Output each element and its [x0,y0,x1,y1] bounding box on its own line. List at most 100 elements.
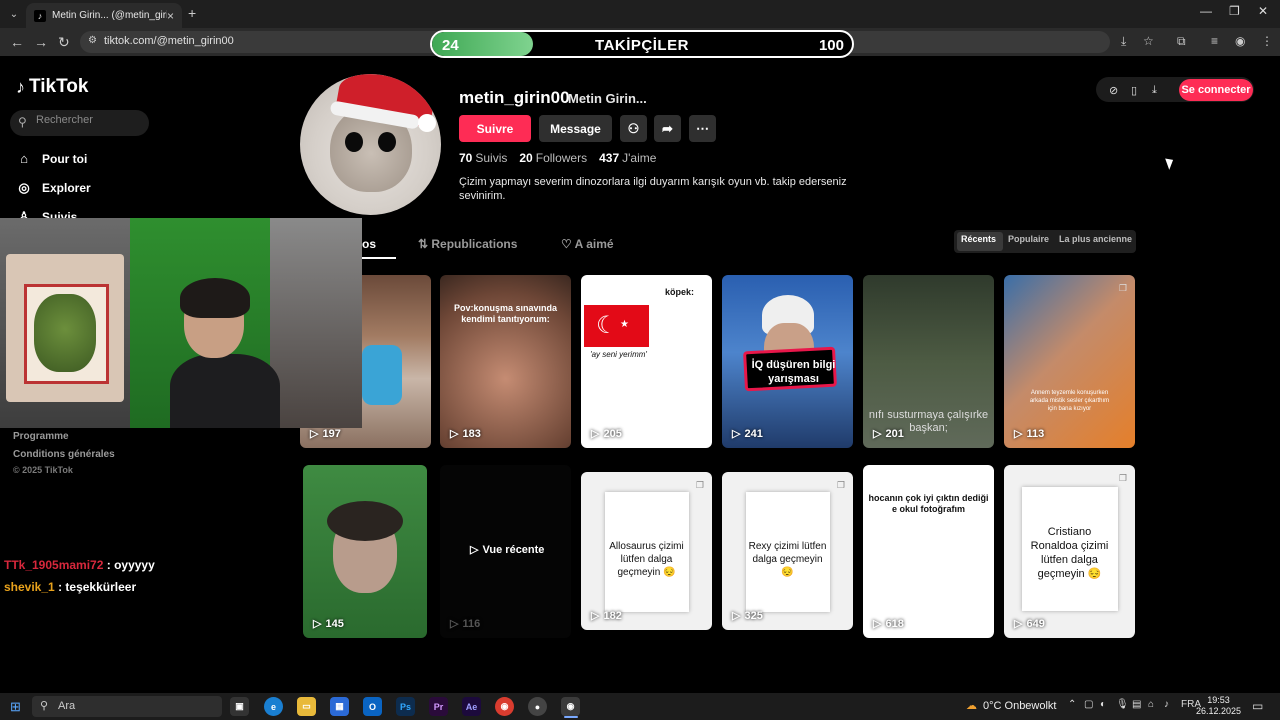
more-options-icon[interactable]: ⋯ [689,115,716,142]
weather-text: 0°C Onbewolkt [983,699,1057,712]
after-effects-icon[interactable]: Ae [462,697,481,716]
premiere-icon[interactable]: Pr [429,697,448,716]
view-count-value: 649 [1026,617,1045,630]
new-tab-icon[interactable]: + [188,5,196,21]
video-card[interactable]: ❐ Annem teyzemle konuşurken arkada misti… [1004,275,1135,448]
system-clock[interactable]: 19:53 26.12.2025 [1196,695,1241,717]
install-icon[interactable]: ⤓ [1121,34,1126,49]
star-icon: ★ [620,319,629,330]
share-icon[interactable]: ➦ [654,115,681,142]
weather-widget[interactable]: ☁ 0°C Onbewolkt [966,699,1057,713]
network-icon[interactable]: ⌂ [1148,699,1154,710]
stat-followers[interactable]: 20 Followers [519,151,587,165]
profile-avatar-icon[interactable]: ◉ [1235,34,1245,48]
download-icon[interactable]: ⤓ [1152,84,1157,97]
browser-tab[interactable]: ♪ Metin Girin... (@metin_girin00) × [26,3,182,28]
tab-reposts[interactable]: ⇅ Republications [418,237,517,251]
tab-label: A aimé [574,237,614,251]
video-card[interactable]: nıfı susturmaya çalışırke başkan; ▷ 201 [863,275,994,448]
footer-program-link[interactable]: Programme [13,431,69,442]
obs-icon[interactable]: ● [528,697,547,716]
back-icon[interactable]: ← [10,34,24,50]
view-count-value: 182 [603,609,622,622]
sort-oldest[interactable]: La plus ancienne [1059,234,1132,244]
tray-app-icon[interactable]: ▢ [1084,699,1093,710]
sort-recent[interactable]: Récents [961,234,996,244]
microphone-icon[interactable]: 🎙 [1116,699,1129,710]
file-explorer-icon[interactable]: ▭ [297,697,316,716]
notifications-icon[interactable]: ▭ [1252,699,1263,713]
close-window-icon[interactable]: ✕ [1258,4,1268,18]
site-info-icon[interactable]: ⚙ [88,35,97,46]
video-card[interactable]: ❐ Allosaurus çizimi lütfen dalga geçmeyi… [581,472,712,630]
video-card[interactable]: ▷ 145 [303,465,427,638]
view-count: ▷ 197 [310,427,341,441]
video-card[interactable]: ❐ Rexy çizimi lütfen dalga geçmeyin 😔 ▷ 3… [722,472,853,630]
play-icon: ▷ [450,618,459,630]
minimize-icon[interactable]: — [1200,4,1212,18]
tab-label: Republications [431,237,518,251]
tab-list-icon[interactable]: ⌄ [6,6,22,22]
stat-following[interactable]: 70 Suivis [459,151,507,165]
video-caption: Annem teyzemle konuşurken arkada mistik … [1029,390,1110,412]
photoshop-icon[interactable]: Ps [396,697,415,716]
follow-button[interactable]: Suivre [459,115,531,142]
chat-username: TTk_1905mami72 [4,558,104,572]
view-count-value: 113 [1026,427,1045,440]
footer-terms-link[interactable]: Conditions générales [13,449,115,460]
chrome-active-icon[interactable]: ◉ [561,697,580,716]
clock-time: 19:53 [1207,695,1230,705]
tray-overflow-icon[interactable]: ⌃ [1068,699,1076,710]
login-button[interactable]: Se connecter [1179,79,1253,101]
play-icon: ▷ [470,544,479,556]
bookmark-star-icon[interactable]: ☆ [1143,34,1154,48]
video-caption: Rexy çizimi lütfen dalga geçmeyin 😔 [748,541,827,578]
heart-icon: ♡ [561,237,575,251]
reload-icon[interactable]: ↻ [58,34,70,51]
nav-label: Pour toi [42,151,88,166]
edge-icon[interactable]: e [264,697,283,716]
mobile-app-icon[interactable]: ▯ [1131,84,1137,97]
view-count: ▷ 325 [732,609,763,623]
profile-avatar[interactable] [300,74,441,215]
chrome-icon[interactable]: ◉ [495,697,514,716]
view-count-value: 145 [325,617,344,630]
sidebar-search[interactable]: ⚲ [10,110,149,136]
volume-icon[interactable]: ♪ [1164,699,1169,710]
video-card[interactable]: Pov:konuşma sınavında kendimi tanıtıyoru… [440,275,571,448]
stat-label: Suivis [475,151,508,165]
chat-username: shevik_1 [4,580,55,594]
tray-app-icon[interactable]: ◐ [1100,699,1106,710]
windows-start-icon[interactable]: ⊞ [10,699,21,715]
menu-dots-icon[interactable]: ⋮ [1261,34,1273,48]
view-count: ▷ 618 [873,617,904,631]
tab-liked[interactable]: ♡ A aimé [561,237,614,251]
tiktok-logo[interactable]: ♪ TikTok [16,76,88,98]
task-view-icon[interactable]: ▣ [230,697,249,716]
extensions-icon[interactable]: ⧉ [1177,34,1186,49]
add-friend-icon[interactable]: ⚇ [620,115,647,142]
outlook-icon[interactable]: O [363,697,382,716]
message-button[interactable]: Message [539,115,612,142]
tab-videos[interactable]: os [362,237,376,251]
video-card[interactable]: hocanın çok iyi çıktın dediği e okul fot… [863,465,994,638]
sort-popular[interactable]: Populaire [1008,234,1049,244]
nav-for-you[interactable]: ⌂ Pour toi [16,151,87,166]
media-icon[interactable]: ≡ [1211,34,1218,48]
compass-icon: ◎ [18,180,30,195]
video-card[interactable]: İQ düşüren bilgi yarışması ▷ 241 [722,275,853,448]
tray-app-icon[interactable]: ▤ [1132,699,1141,710]
chat-text: : oyyyyy [106,558,155,572]
carousel-icon: ❐ [695,480,704,490]
search-input[interactable] [36,114,144,126]
store-icon[interactable]: ▦ [330,697,349,716]
video-card[interactable]: ❐ Cristiano Ronaldoa çizimi lütfen dalga… [1004,465,1135,638]
nav-explore[interactable]: ◎ Explorer [16,180,90,196]
close-tab-icon[interactable]: × [167,9,174,23]
creator-tools-icon[interactable]: ⊘ [1109,84,1118,97]
video-card[interactable]: köpek: ☾ ★ 'ay seni yerimm' ▷ 205 [581,275,712,448]
restore-icon[interactable]: ❐ [1229,4,1240,18]
taskbar-search[interactable]: ⚲ Ara [32,696,222,717]
forward-icon[interactable]: → [34,34,48,50]
webcam-background-right [270,218,362,428]
